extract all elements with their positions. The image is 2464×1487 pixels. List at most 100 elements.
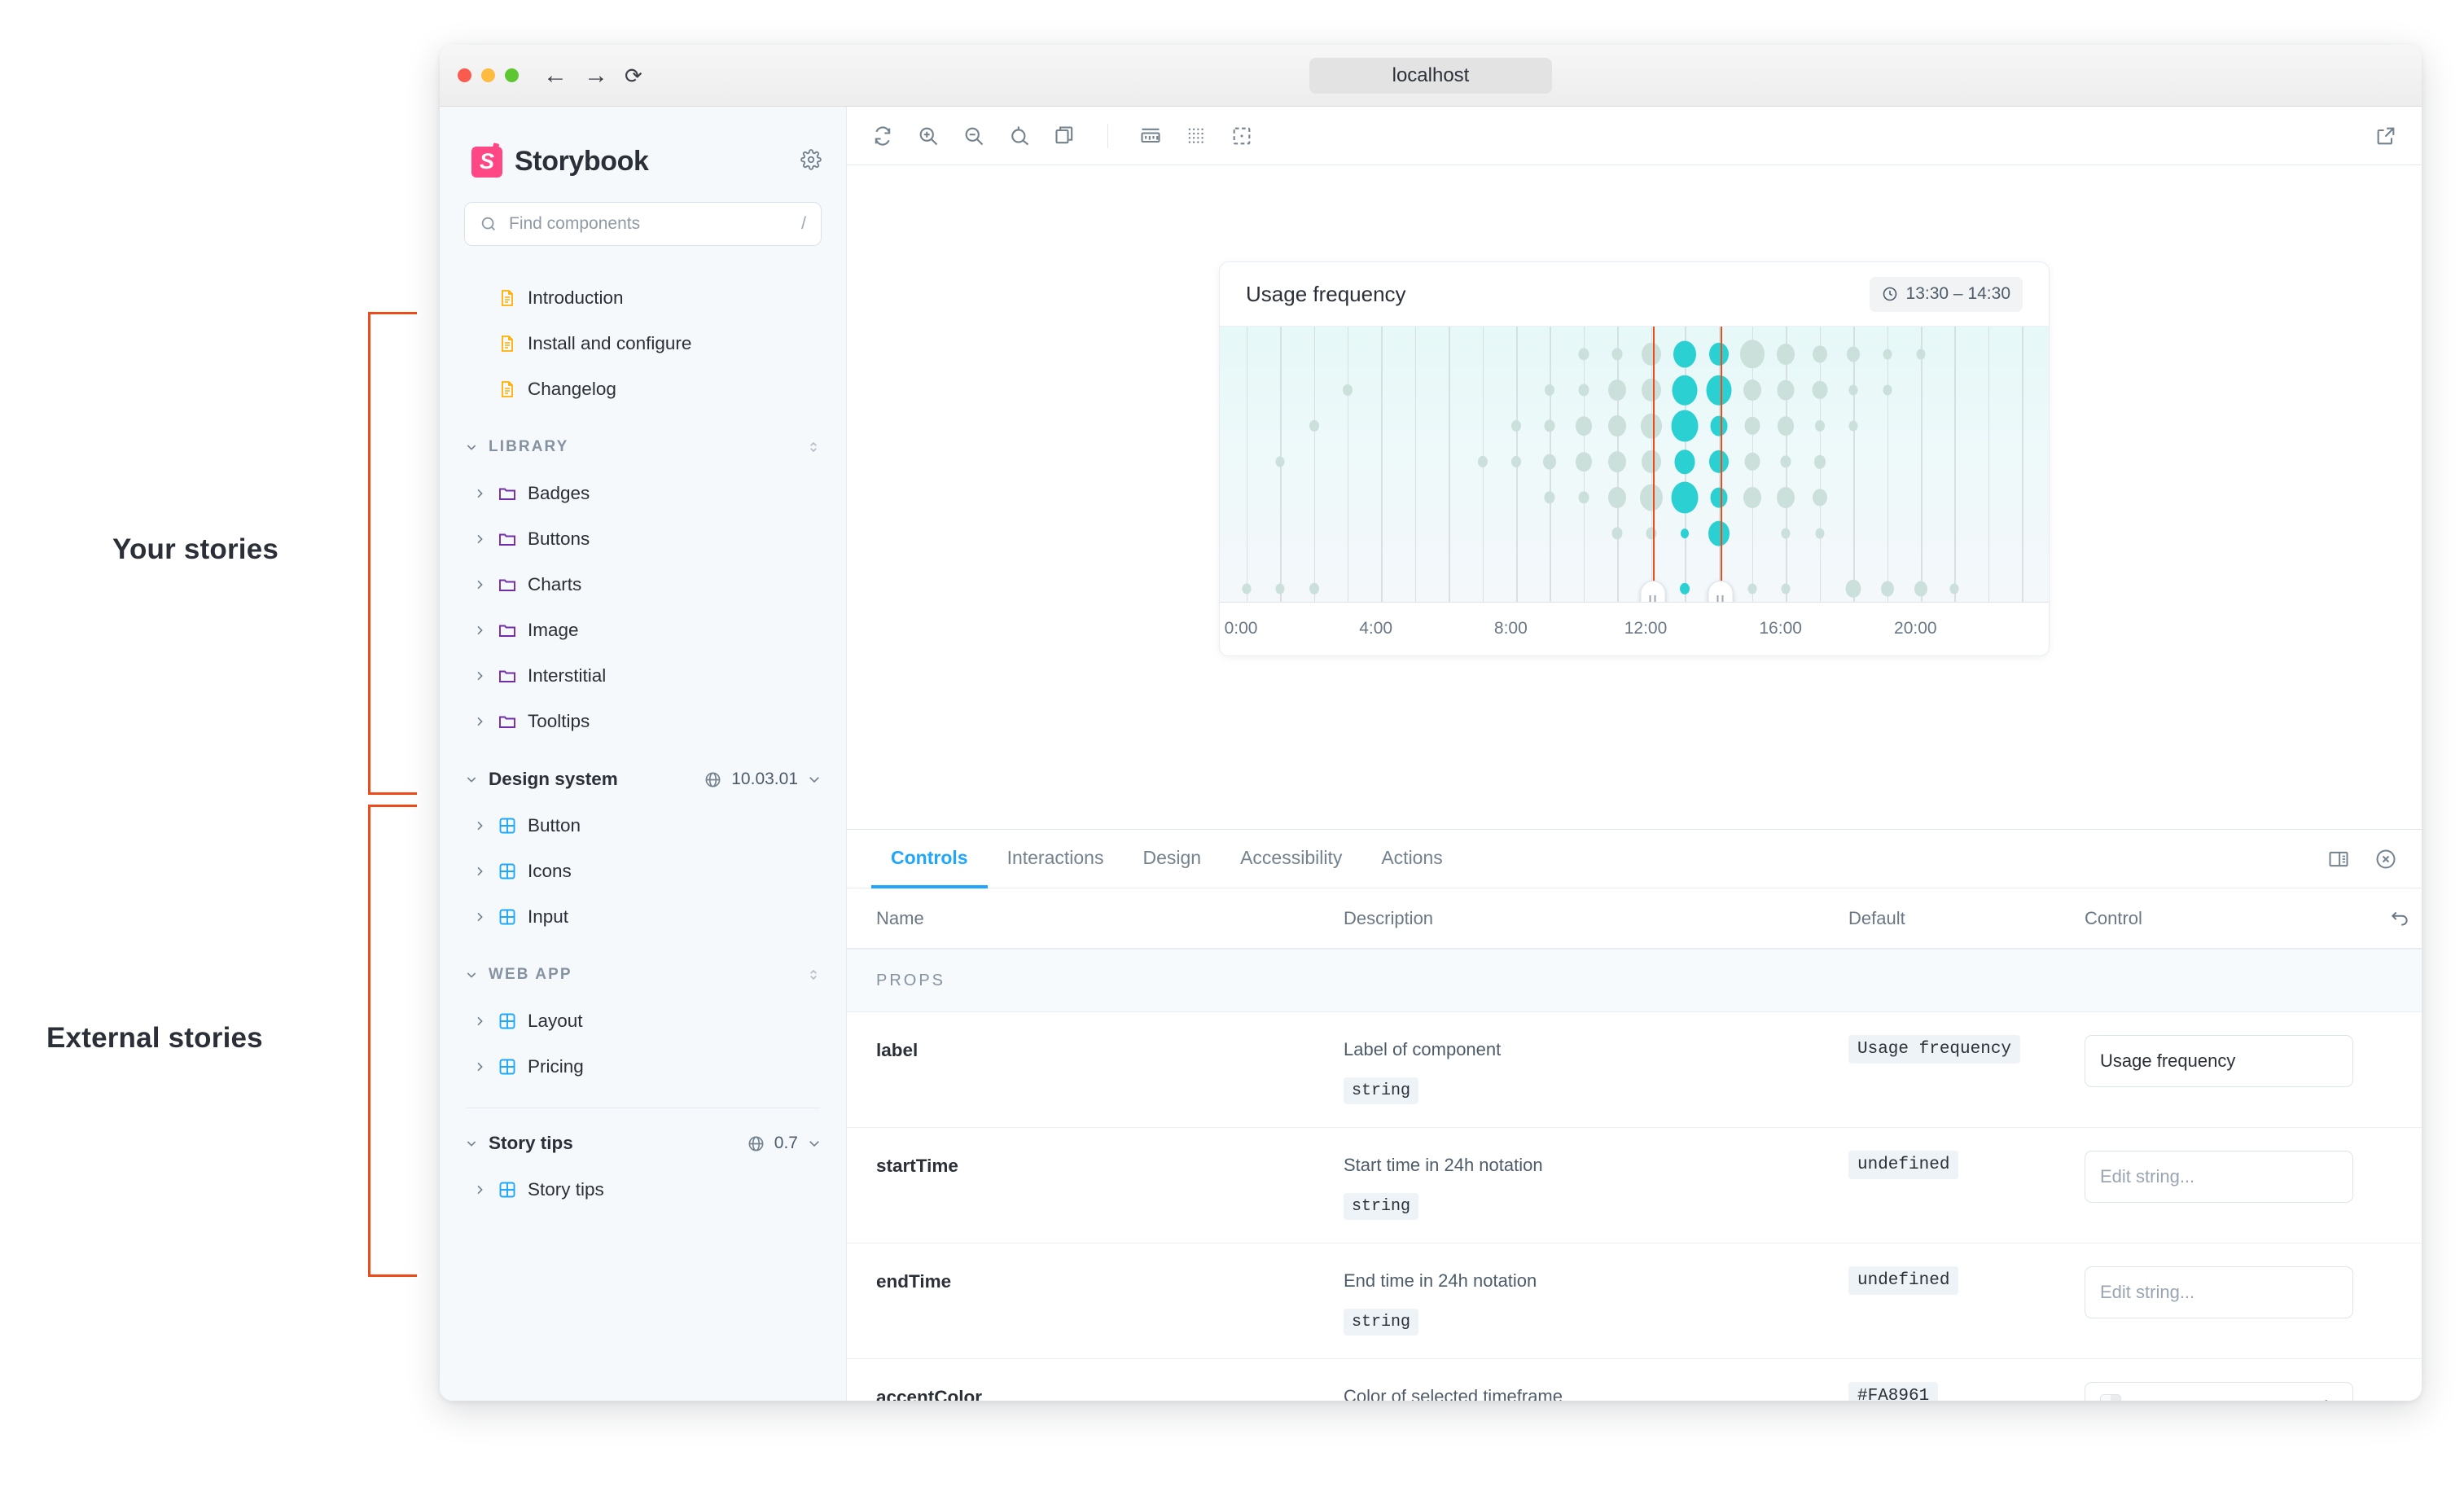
chart-gridline [1887,327,1889,602]
column-header-control: Control [2076,908,2373,929]
reload-icon[interactable]: ⟳ [625,65,642,86]
sidebar-item-label: Pricing [528,1058,584,1077]
close-circle-icon[interactable] [2374,848,2397,871]
tab-design[interactable]: Design [1123,831,1221,888]
sidebar-brand[interactable]: S Storybook [464,107,822,178]
minimize-window-button[interactable] [481,68,495,82]
sidebar-item-layout[interactable]: Layout [464,998,822,1044]
code-toggle-icon[interactable]: </> [2308,1399,2338,1401]
chevron-right-icon[interactable] [472,865,487,878]
chevron-right-icon[interactable] [472,819,487,832]
selection-end-handle[interactable] [1708,581,1733,603]
timeframe-text: 13:30 – 14:30 [1906,284,2010,304]
text-control-input[interactable]: Edit string... [2085,1151,2353,1203]
chart-data-point [1710,488,1727,508]
tab-actions[interactable]: Actions [1361,831,1462,888]
prop-control-cell: Edit string... [2076,1266,2373,1318]
chevron-down-icon[interactable] [464,1137,479,1150]
forward-icon[interactable]: → [584,64,608,88]
chart-gridline [1853,327,1855,602]
selection-start-handle[interactable] [1640,581,1665,603]
sidebar-item-image[interactable]: Image [464,608,822,653]
sidebar-item-label: Install and configure [528,335,691,353]
sidebar-section-design-system[interactable]: Design system 10.03.01 [464,756,822,803]
panel-layout-icon[interactable] [2327,848,2350,871]
zoom-out-icon[interactable] [962,125,985,147]
chevron-right-icon[interactable] [472,533,487,546]
sort-icon[interactable] [805,967,822,983]
sidebar-item-pricing[interactable]: Pricing [464,1044,822,1090]
zoom-in-icon[interactable] [917,125,940,147]
background-icon[interactable] [1054,125,1076,147]
chevron-right-icon[interactable] [472,1015,487,1028]
color-control-input[interactable]: Choose color... </> [2085,1382,2353,1401]
tab-interactions[interactable]: Interactions [988,831,1124,888]
outline-icon[interactable] [1230,125,1253,147]
text-control-value: Usage frequency [2100,1051,2235,1072]
chevron-right-icon[interactable] [472,910,487,923]
open-in-new-icon[interactable] [2374,125,2397,147]
chart-data-point [1276,584,1285,594]
browser-chrome: ← → ⟳ localhost [440,45,2422,107]
close-window-button[interactable] [458,68,471,82]
chevron-right-icon[interactable] [472,487,487,500]
sidebar-item-input[interactable]: Input [464,894,822,940]
gear-icon[interactable] [800,149,822,174]
chevron-down-icon[interactable] [807,772,822,787]
chevron-down-icon[interactable] [464,441,479,454]
maximize-window-button[interactable] [505,68,519,82]
sidebar-item-story-tips[interactable]: Story tips [464,1167,822,1213]
chevron-right-icon[interactable] [472,578,487,591]
chart-data-point [1706,375,1731,406]
chevron-down-icon[interactable] [464,968,479,981]
sidebar-item-button[interactable]: Button [464,803,822,849]
chevron-right-icon[interactable] [472,715,487,728]
sidebar-section-library[interactable]: LIBRARY [464,423,822,471]
sidebar-section-web-app[interactable]: WEB APP [464,951,822,998]
sidebar-item-install-and-configure[interactable]: Install and configure [464,321,822,366]
sidebar-item-tooltips[interactable]: Tooltips [464,699,822,744]
search-input-wrapper[interactable]: / [464,202,822,246]
search-input[interactable] [509,214,790,234]
color-swatch[interactable] [2100,1394,2121,1401]
chart-data-point [1675,450,1695,474]
text-control-input[interactable]: Edit string... [2085,1266,2353,1318]
chevron-down-icon[interactable] [807,1136,822,1151]
chevron-right-icon[interactable] [472,624,487,637]
chart-data-point [1642,343,1661,366]
sort-icon[interactable] [805,439,822,455]
measure-icon[interactable] [1139,125,1162,147]
chevron-right-icon[interactable] [472,669,487,682]
text-control-input[interactable]: Usage frequency [2085,1035,2353,1087]
sidebar-item-changelog[interactable]: Changelog [464,366,822,412]
grid-icon[interactable] [1185,125,1208,147]
chart-data-point [1781,455,1791,467]
chevron-down-icon[interactable] [464,773,479,786]
back-icon[interactable]: ← [543,64,568,88]
sidebar-item-icons[interactable]: Icons [464,849,822,894]
tab-accessibility[interactable]: Accessibility [1221,831,1361,888]
prop-default-chip: undefined [1848,1151,1958,1179]
sidebar-item-badges[interactable]: Badges [464,471,822,516]
sidebar-item-interstitial[interactable]: Interstitial [464,653,822,699]
sidebar-item-introduction[interactable]: Introduction [464,275,822,321]
reset-icon[interactable] [2373,908,2422,929]
component-icon [498,1180,517,1200]
chart-data-point [1608,487,1626,508]
sidebar-section-story-tips[interactable]: Story tips 0.7 [464,1120,822,1167]
chart-data-point [1777,344,1795,365]
sidebar-item-charts[interactable]: Charts [464,562,822,608]
remount-icon[interactable] [871,125,894,147]
prop-description-cell: End time in 24h notation string [1335,1266,1840,1336]
chevron-right-icon[interactable] [472,1183,487,1196]
usage-frequency-plot[interactable] [1220,326,2049,603]
tab-controls[interactable]: Controls [871,831,988,888]
address-bar[interactable]: localhost [1309,58,1552,94]
sidebar-item-buttons[interactable]: Buttons [464,516,822,562]
chart-data-point [1740,340,1765,368]
chart-data-point [1545,491,1555,503]
chevron-right-icon[interactable] [472,1060,487,1073]
component-icon [498,907,517,927]
canvas-area: Usage frequency 13:30 – 14:30 0:004:008:… [847,107,2422,1401]
zoom-reset-icon[interactable] [1008,125,1031,147]
